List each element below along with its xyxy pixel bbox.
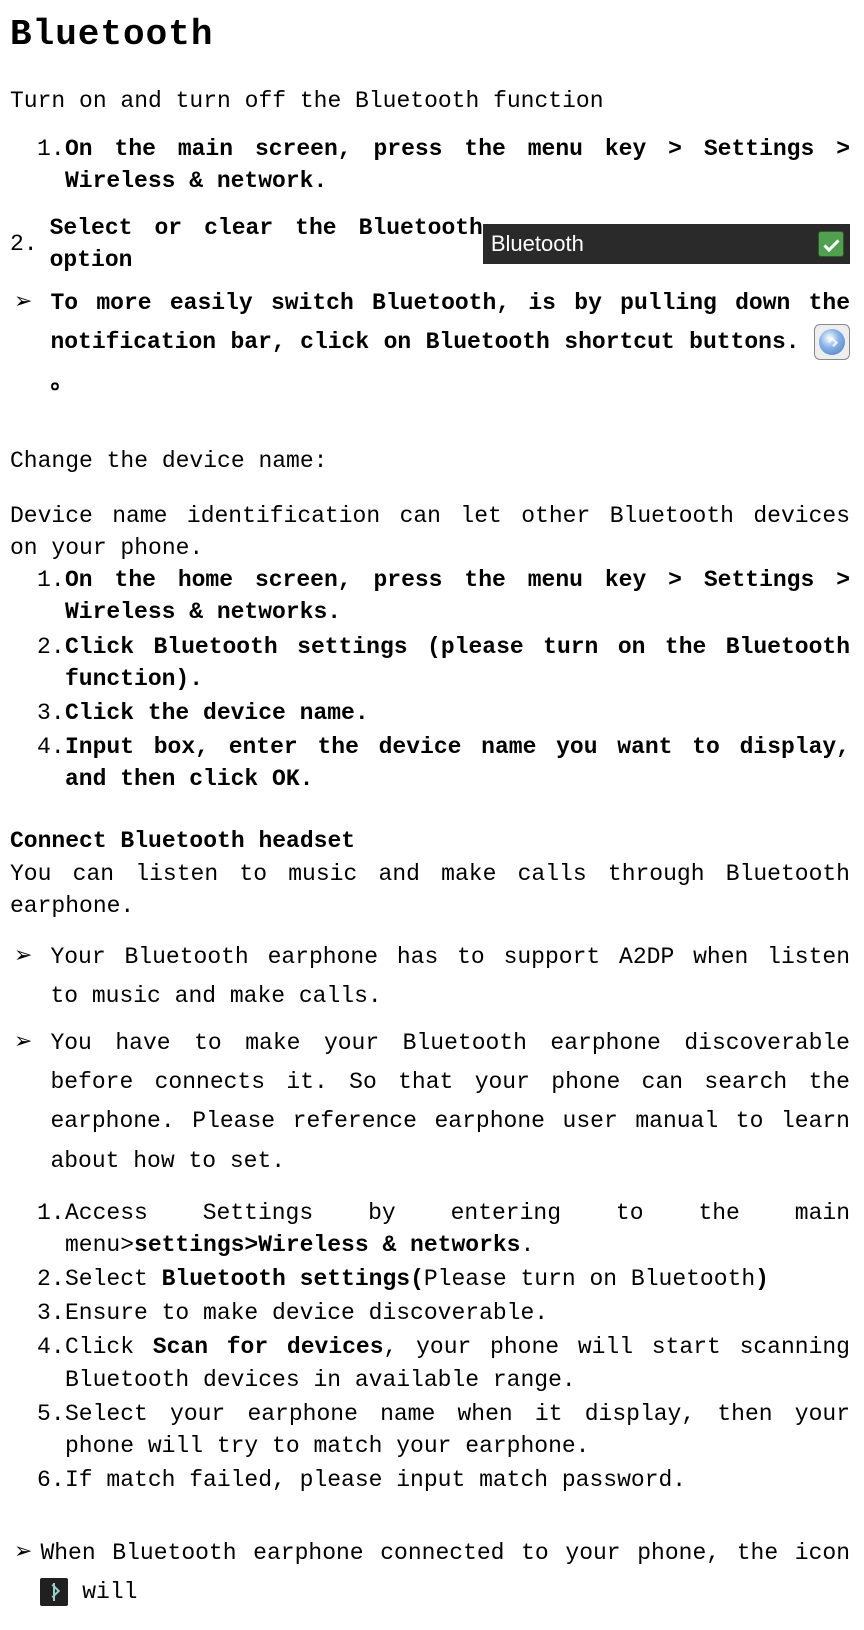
section-turn-on-off: Turn on and turn off the Bluetooth funct… <box>10 85 850 117</box>
sec1-tip-text: To more easily switch Bluetooth, is by p… <box>50 290 850 355</box>
arrow-icon: ➢ <box>14 938 32 975</box>
sec1-tip: ➢ To more easily switch Bluetooth, is by… <box>10 284 850 401</box>
sec3-step1: Access Settings by entering to the main … <box>65 1197 850 1261</box>
text: Please turn on Bluetooth <box>424 1266 755 1292</box>
sec1-step2-text: Select or clear the Bluetooth option <box>50 212 483 276</box>
sec3-tip2-text: You have to make your Bluetooth earphone… <box>50 1024 850 1180</box>
text: . <box>520 1232 534 1258</box>
text-bold: ) <box>755 1266 769 1292</box>
sec2-step2: Click Bluetooth settings (please turn on… <box>65 631 850 695</box>
bluetooth-settings-widget: Bluetooth <box>483 224 850 264</box>
text: will <box>68 1579 137 1605</box>
sec3-tip1-text: Your Bluetooth earphone has to support A… <box>50 938 850 1016</box>
sec3-intro: You can listen to music and make calls t… <box>10 858 850 922</box>
sec1-step2: 2. Select or clear the Bluetooth option … <box>10 212 850 276</box>
sec3-step5: Select your earphone name when it displa… <box>65 1398 850 1462</box>
sec3-step2: Select Bluetooth settings(Please turn on… <box>65 1263 850 1295</box>
arrow-icon: ➢ <box>14 1024 32 1061</box>
sec1-step1: On the main screen, press the menu key >… <box>65 133 850 197</box>
bluetooth-connected-icon <box>40 1578 68 1606</box>
bluetooth-shortcut-icon <box>814 324 850 360</box>
text-bold: Bluetooth settings( <box>162 1266 424 1292</box>
section-connect-headset: Connect Bluetooth headset <box>10 825 850 857</box>
bluetooth-label: Bluetooth <box>491 229 584 260</box>
sec3-step6: If match failed, please input match pass… <box>65 1464 850 1496</box>
text-bold: settings>Wireless & networks <box>134 1232 520 1258</box>
sec2-step1: On the home screen, press the menu key >… <box>65 564 850 628</box>
sec3-step4: Click Scan for devices, your phone will … <box>65 1331 850 1395</box>
checkbox-checked-icon <box>818 231 844 257</box>
list-number: 2. <box>10 228 38 260</box>
sec3-bottom: ➢ When Bluetooth earphone connected to y… <box>10 1534 850 1612</box>
sec3-tip1: ➢ Your Bluetooth earphone has to support… <box>10 938 850 1016</box>
text: Select <box>65 1266 162 1292</box>
arrow-icon: ➢ <box>14 284 32 321</box>
text: When Bluetooth earphone connected to you… <box>40 1540 850 1566</box>
section-change-name: Change the device name: <box>10 445 850 477</box>
sec1-tip-suffix: 。 <box>50 369 73 395</box>
text: Click <box>65 1334 153 1360</box>
sec2-step3: Click the device name. <box>65 697 850 729</box>
arrow-icon: ➢ <box>14 1534 32 1571</box>
sec3-tip2: ➢ You have to make your Bluetooth earpho… <box>10 1024 850 1180</box>
sec2-step4: Input box, enter the device name you wan… <box>65 731 850 795</box>
sec2-intro: Device name identification can let other… <box>10 500 850 564</box>
sec3-step3: Ensure to make device discoverable. <box>65 1297 850 1329</box>
text-bold: Scan for devices <box>153 1334 384 1360</box>
page-title: Bluetooth <box>10 10 850 60</box>
